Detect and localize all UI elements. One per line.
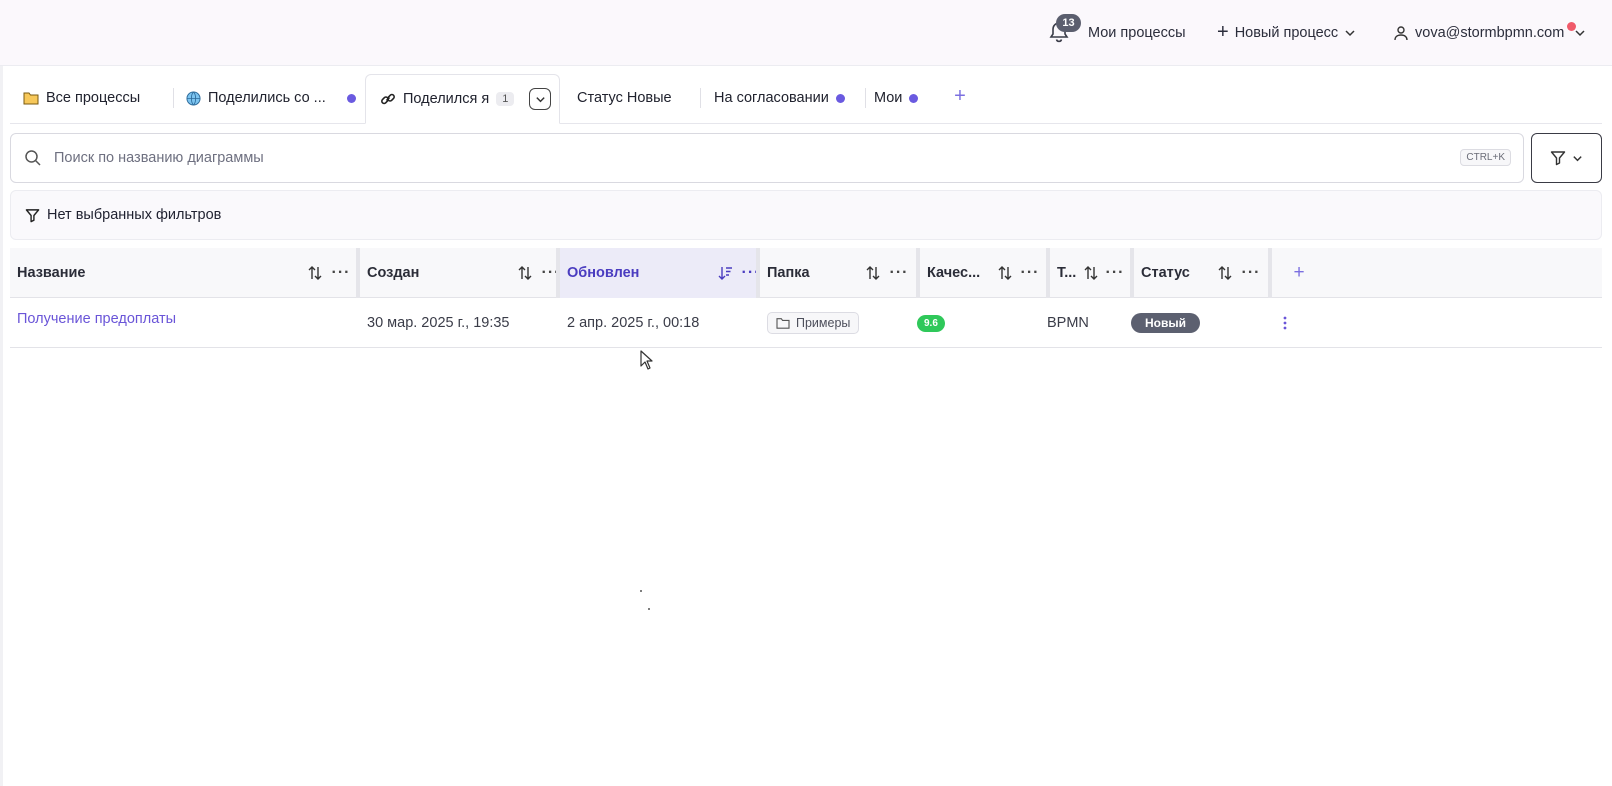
column-more-icon[interactable]: ··· xyxy=(1242,264,1260,282)
cell-name: Получение предоплаты xyxy=(17,298,176,348)
globe-icon xyxy=(186,90,201,106)
column-title: Папка xyxy=(767,265,810,281)
new-process-label: Новый процесс xyxy=(1234,25,1339,41)
cell-actions xyxy=(1276,298,1294,348)
quality-score-badge: 9.6 xyxy=(917,314,945,332)
no-filters-label: Нет выбранных фильтров xyxy=(47,207,222,223)
sort-desc-icon[interactable] xyxy=(716,264,734,282)
tab-divider xyxy=(865,88,866,108)
cell-status: Новый xyxy=(1131,298,1200,348)
sort-icon[interactable] xyxy=(864,264,882,282)
column-more-icon[interactable]: ··· xyxy=(1106,264,1124,282)
column-resize-handle[interactable] xyxy=(1268,248,1272,298)
tab-divider xyxy=(700,88,701,108)
column-title: Качес... xyxy=(927,265,981,281)
folder-label: Примеры xyxy=(796,316,851,330)
loading-speck xyxy=(640,590,642,592)
table-row[interactable]: Получение предоплаты 30 мар. 2025 г., 19… xyxy=(10,298,1602,348)
tab-label: Поделились со ... xyxy=(208,90,326,106)
my-processes-label: Мои процессы xyxy=(1088,25,1186,41)
column-more-icon[interactable]: ··· xyxy=(332,264,350,282)
cell-created: 30 мар. 2025 г., 19:35 xyxy=(367,315,510,331)
tab-count-badge: 1 xyxy=(496,92,515,106)
chevron-down-icon xyxy=(1575,30,1585,37)
table-header: Название ··· Создан ··· Обновлен ··· Пап… xyxy=(10,248,1602,298)
user-notification-dot xyxy=(1567,22,1576,31)
sort-icon[interactable] xyxy=(1082,264,1100,282)
loading-speck xyxy=(648,608,650,610)
search-shortcut-hint: CTRL+K xyxy=(1460,149,1511,166)
search-box: CTRL+K xyxy=(10,133,1524,183)
tab-label: Все процессы xyxy=(46,90,141,106)
status-badge: Новый xyxy=(1131,313,1200,333)
link-icon xyxy=(381,93,395,105)
column-header-updated[interactable]: Обновлен ··· xyxy=(560,248,760,298)
add-tab-button[interactable]: + xyxy=(948,84,972,108)
tab-options-dropdown[interactable] xyxy=(529,88,552,110)
filter-icon xyxy=(25,208,40,222)
filter-icon xyxy=(1550,151,1566,166)
user-menu[interactable]: vova@stormbpmn.com xyxy=(1393,0,1586,66)
left-rail xyxy=(0,66,3,786)
chevron-down-icon xyxy=(1573,155,1582,161)
folder-chip[interactable]: Примеры xyxy=(767,312,860,334)
column-header-created[interactable]: Создан ··· xyxy=(360,248,560,298)
my-processes-link[interactable]: Мои процессы xyxy=(1088,0,1186,66)
tab-mine[interactable]: Мои xyxy=(874,74,919,122)
tab-label: На согласовании xyxy=(714,90,829,106)
cell-updated: 2 апр. 2025 г., 00:18 xyxy=(567,315,700,331)
row-actions-kebab-icon[interactable] xyxy=(1276,312,1294,334)
search-icon xyxy=(25,150,41,166)
sort-icon[interactable] xyxy=(306,264,324,282)
process-name-link[interactable]: Получение предоплаты xyxy=(17,311,176,327)
column-title: Обновлен xyxy=(567,265,640,281)
sort-icon[interactable] xyxy=(516,264,534,282)
view-tabs: Все процессы Поделились со ... Поделился… xyxy=(10,74,1602,124)
folder-icon xyxy=(776,318,790,329)
search-input[interactable] xyxy=(52,149,1352,167)
top-bar: 13 Мои процессы + Новый процесс vova@sto… xyxy=(0,0,1612,66)
tab-shared-with-me[interactable]: Поделились со ... xyxy=(186,74,356,122)
plus-icon: + xyxy=(1217,21,1229,43)
tab-label: Поделился я xyxy=(403,91,490,107)
column-more-icon[interactable]: ··· xyxy=(890,264,908,282)
cell-folder: Примеры xyxy=(767,298,860,348)
chevron-down-icon xyxy=(1345,30,1355,37)
tab-divider xyxy=(173,88,174,108)
chevron-down-icon xyxy=(536,96,545,102)
new-process-button[interactable]: + Новый процесс xyxy=(1217,0,1356,66)
column-title: Название xyxy=(17,265,86,281)
column-header-name[interactable]: Название ··· xyxy=(10,248,356,298)
user-icon xyxy=(1394,26,1408,41)
mouse-cursor-icon xyxy=(640,350,653,370)
tab-shared-by-me[interactable]: Поделился я 1 xyxy=(365,74,560,124)
user-email: vova@stormbpmn.com xyxy=(1415,25,1565,41)
column-title: Статус xyxy=(1141,265,1190,281)
tab-label: Мои xyxy=(874,90,903,106)
column-header-folder[interactable]: Папка ··· xyxy=(760,248,916,298)
column-header-quality[interactable]: Качес... ··· xyxy=(920,248,1046,298)
cell-type: BPMN xyxy=(1047,315,1089,331)
tab-all-processes[interactable]: Все процессы xyxy=(23,74,140,122)
tab-dot xyxy=(835,93,845,103)
add-column-button[interactable]: + xyxy=(1288,262,1310,284)
tab-status-new[interactable]: Статус Новые xyxy=(577,74,672,122)
tab-on-approval[interactable]: На согласовании xyxy=(714,74,845,122)
column-header-type[interactable]: Т... ··· xyxy=(1050,248,1130,298)
tab-dot xyxy=(909,93,919,103)
tab-label: Статус Новые xyxy=(577,90,672,106)
folder-icon xyxy=(23,92,39,105)
cell-quality: 9.6 xyxy=(917,298,945,348)
sort-icon[interactable] xyxy=(996,264,1014,282)
tab-dot xyxy=(346,93,356,103)
filter-menu-button[interactable] xyxy=(1531,133,1602,183)
active-filters-bar: Нет выбранных фильтров xyxy=(10,190,1602,240)
column-title: Т... xyxy=(1057,265,1077,281)
column-more-icon[interactable]: ··· xyxy=(1021,264,1039,282)
notifications-count-badge: 13 xyxy=(1056,14,1081,32)
column-title: Создан xyxy=(367,265,420,281)
column-header-status[interactable]: Статус ··· xyxy=(1134,248,1268,298)
sort-icon[interactable] xyxy=(1216,264,1234,282)
